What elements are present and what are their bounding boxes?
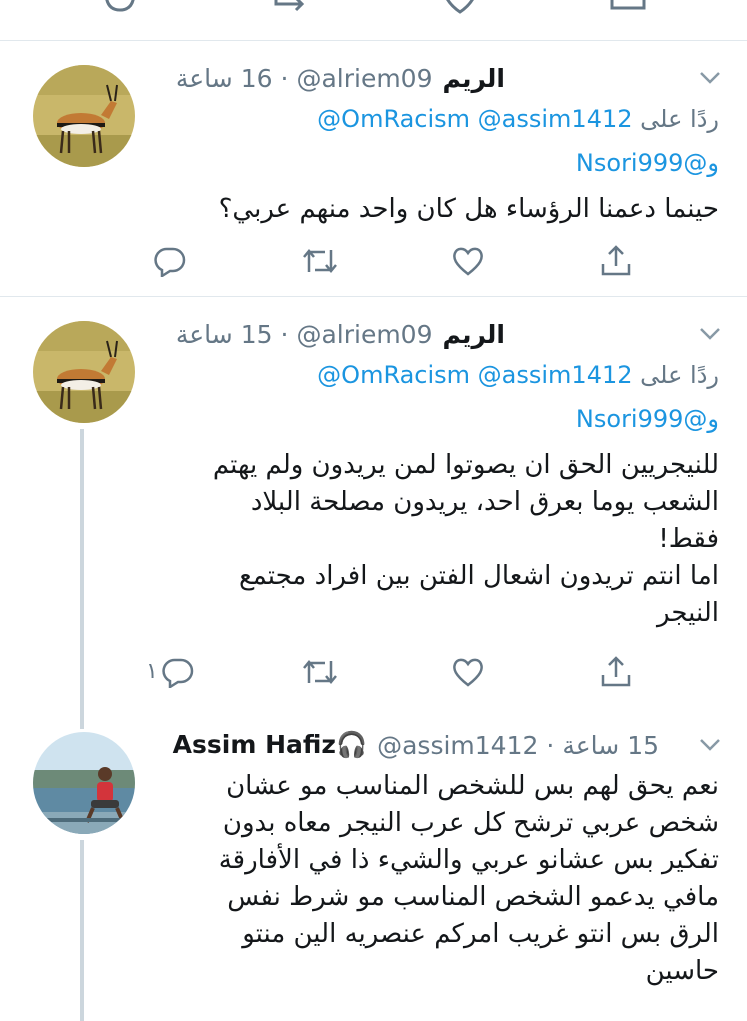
separator-dot: · <box>546 730 555 760</box>
retweet-icon[interactable] <box>270 0 314 16</box>
thread-line <box>80 429 84 729</box>
like-icon[interactable] <box>448 652 488 692</box>
retweet-icon[interactable] <box>300 652 340 692</box>
display-name[interactable]: الريم <box>443 64 506 93</box>
user-handle[interactable]: @alriem09 <box>296 64 432 93</box>
separator-dot: · <box>280 63 289 93</box>
reply-context-line2: و@Nsori999 <box>576 143 719 183</box>
chevron-down-icon[interactable] <box>699 71 721 85</box>
reply-handle-extra[interactable]: و@Nsori999 <box>576 405 719 433</box>
like-icon[interactable] <box>448 241 488 281</box>
reply-icon[interactable] <box>158 652 198 692</box>
tweet-header: الريم @alriem09 · 15 ساعة <box>176 314 505 354</box>
tweet[interactable]: 15 ساعة · @assim1412 Assim Hafiz🎧 نعم يح… <box>0 708 747 1021</box>
timestamp[interactable]: 15 ساعة <box>562 731 659 760</box>
share-icon[interactable] <box>608 0 648 16</box>
share-icon[interactable] <box>596 652 636 692</box>
timestamp[interactable]: 16 ساعة <box>176 64 273 93</box>
chevron-down-icon[interactable] <box>699 327 721 341</box>
reply-prefix: ردًا على <box>640 361 719 389</box>
reply-context: ردًا على @OmRacism @assim1412 <box>317 355 719 395</box>
separator-dot: · <box>280 319 289 349</box>
reply-handle-extra[interactable]: و@Nsori999 <box>576 149 719 177</box>
user-handle[interactable]: @alriem09 <box>296 320 432 349</box>
reply-handles[interactable]: @OmRacism @assim1412 <box>317 361 632 389</box>
tweet-header: الريم @alriem09 · 16 ساعة <box>176 58 505 98</box>
share-icon[interactable] <box>596 241 636 281</box>
reply-context: ردًا على @OmRacism @assim1412 <box>317 99 719 139</box>
reply-icon[interactable] <box>150 241 190 281</box>
tweet[interactable]: الريم @alriem09 · 15 ساعة ردًا على @OmRa… <box>0 297 747 729</box>
display-name[interactable]: Assim Hafiz🎧 <box>173 730 367 760</box>
tweet-text: نعم يحق لهم بس للشخص المناسب مو عشان شخص… <box>218 771 719 986</box>
tweet-text: للنيجريين الحق ان يصوتوا لمن يريدون ولم … <box>212 450 719 628</box>
avatar[interactable] <box>33 732 135 834</box>
avatar[interactable] <box>33 321 135 423</box>
user-handle[interactable]: @assim1412 <box>377 731 538 760</box>
reply-handles[interactable]: @OmRacism @assim1412 <box>317 105 632 133</box>
reply-count: ١ <box>146 659 158 684</box>
reply-context-line2: و@Nsori999 <box>576 399 719 439</box>
like-icon[interactable] <box>440 0 480 16</box>
retweet-icon[interactable] <box>300 241 340 281</box>
timestamp[interactable]: 15 ساعة <box>176 320 273 349</box>
tweet[interactable]: الريم @alriem09 · 16 ساعة ردًا على @OmRa… <box>0 41 747 296</box>
tweet-text: حينما دعمنا الرؤساء هل كان واحد منهم عرب… <box>218 194 719 224</box>
display-name[interactable]: الريم <box>443 320 506 349</box>
reply-prefix: ردًا على <box>640 105 719 133</box>
thread-line <box>80 840 84 1021</box>
tweet-header: 15 ساعة · @assim1412 Assim Hafiz🎧 <box>173 725 659 765</box>
previous-tweet-actions <box>0 0 747 40</box>
avatar[interactable] <box>33 65 135 167</box>
reply-icon[interactable] <box>100 0 140 14</box>
chevron-down-icon[interactable] <box>699 738 721 752</box>
